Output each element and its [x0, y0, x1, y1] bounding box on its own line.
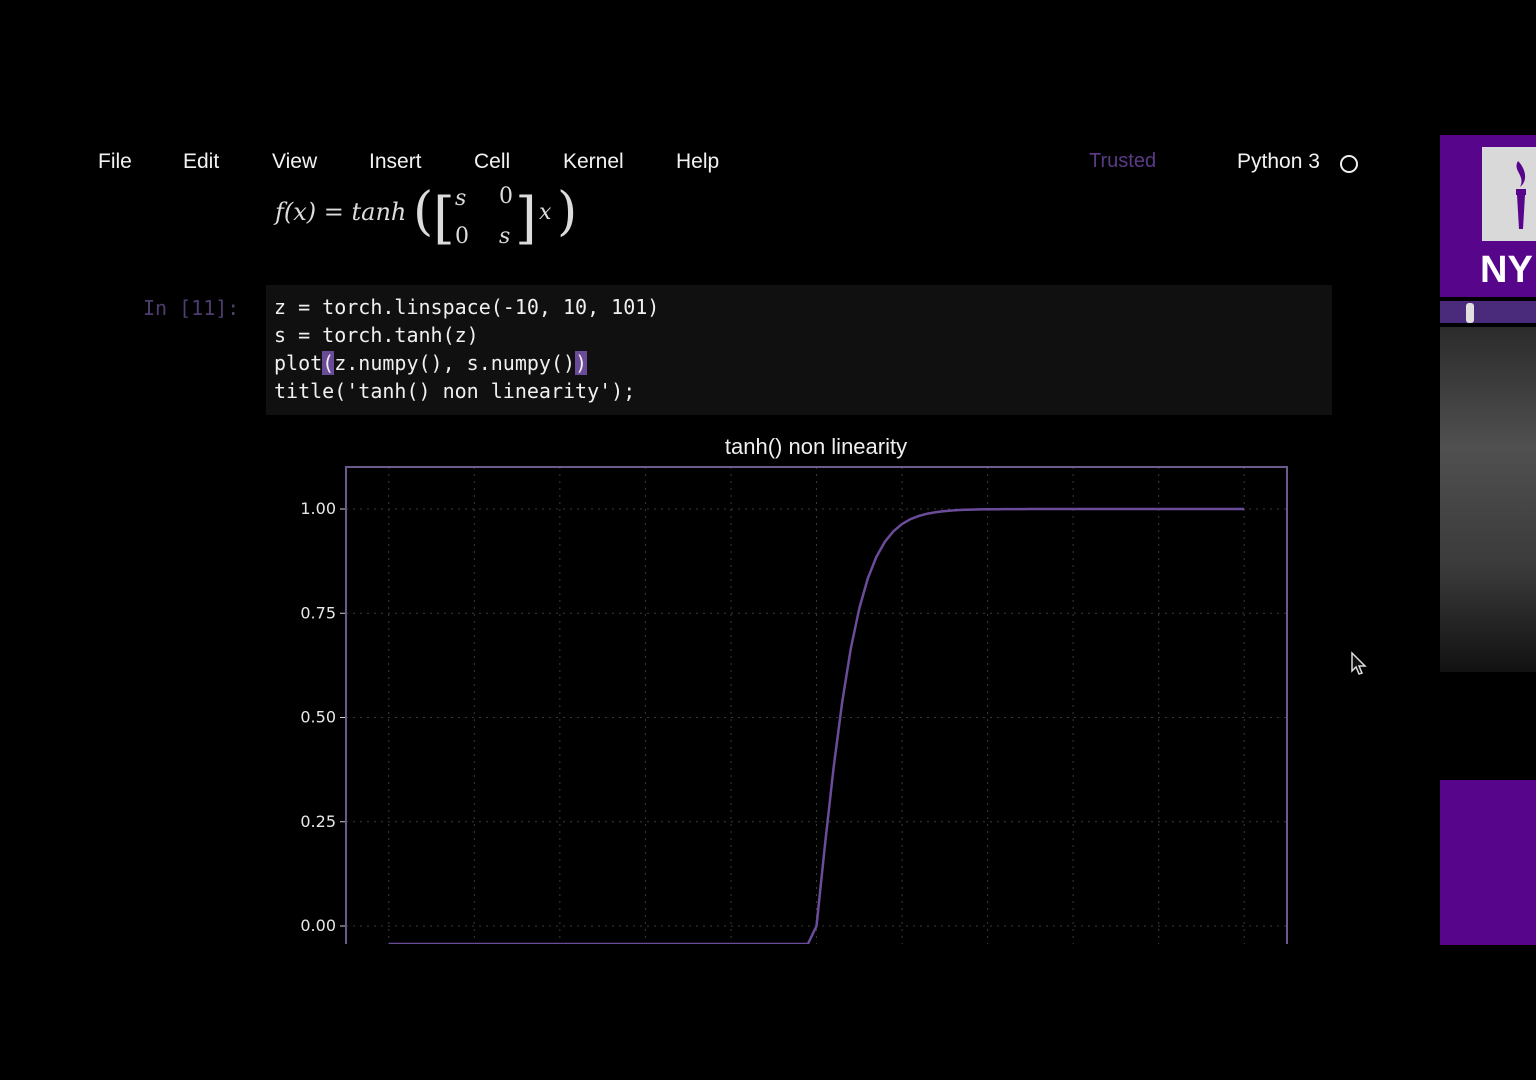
nyu-logo-text: NY: [1480, 249, 1533, 291]
video-progress-bar[interactable]: [1440, 301, 1536, 323]
viewport-bottom-mask: [0, 944, 1420, 1080]
nyu-torch-logo: [1482, 147, 1536, 241]
y-tick-label: 0.00: [300, 916, 336, 935]
screen: File Edit View Insert Cell Kernel Help T…: [0, 0, 1536, 1080]
y-tick-label: 0.75: [300, 603, 336, 622]
presenter-video: [1440, 327, 1536, 672]
y-tick-label: 1.00: [300, 499, 336, 518]
mouse-cursor-icon: [1351, 651, 1367, 675]
y-tick-label: 0.25: [300, 812, 336, 831]
y-tick-label: 0.50: [300, 708, 336, 727]
video-progress-handle[interactable]: [1466, 303, 1474, 323]
tanh-plot: 0.00 0.25 0.50 0.75 1.00: [0, 466, 1420, 1080]
side-panel: NY: [1440, 135, 1536, 945]
nyu-footer-banner: [1440, 780, 1536, 945]
